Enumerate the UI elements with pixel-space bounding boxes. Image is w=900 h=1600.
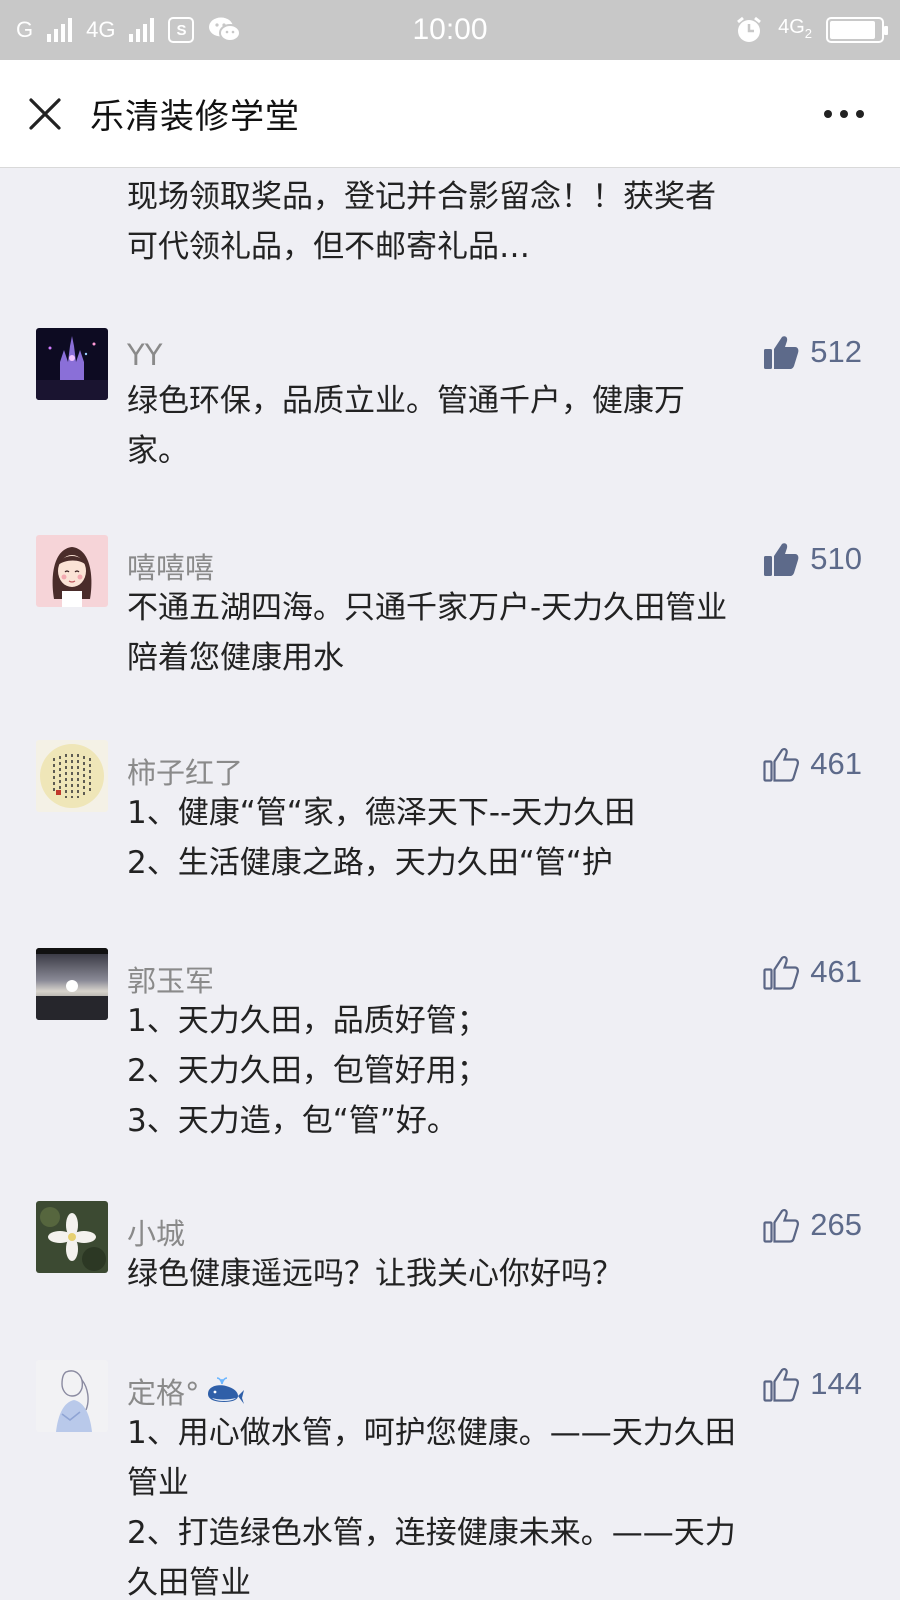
- comments-area[interactable]: 现场领取奖品，登记并合影留念！！获奖者 可代领礼品，但不邮寄礼品… YY 512…: [0, 168, 900, 1600]
- page-title: 乐清装修学堂: [90, 97, 300, 137]
- girl-illustration-avatar-image: [36, 535, 108, 607]
- avatar[interactable]: [36, 328, 108, 400]
- like-button[interactable]: 461: [762, 948, 862, 996]
- signal-2-icon: [129, 18, 155, 42]
- battery-level: [830, 21, 875, 39]
- like-count: 461: [810, 746, 862, 781]
- comment-text: 1、天力久田，品质好管； 2、天力久田，包管好用； 3、天力造，包“管”好。: [127, 1003, 488, 1139]
- thumbs-up-outline-icon: [763, 748, 800, 782]
- comment-nickname-text: 定格°: [127, 1376, 200, 1410]
- castle-night-avatar-image: [36, 328, 108, 400]
- close-icon: [29, 97, 61, 130]
- sunset-avatar-image: [36, 948, 108, 1020]
- avatar[interactable]: [36, 535, 108, 607]
- sim-card-icon: S: [168, 17, 195, 43]
- avatar[interactable]: [36, 1360, 108, 1432]
- comment-nickname[interactable]: 定格°: [127, 1370, 244, 1412]
- comment-text: 绿色环保，品质立业。管通千户，健康万 家。: [127, 383, 685, 469]
- like-count: 510: [810, 541, 862, 576]
- avatar[interactable]: [36, 740, 108, 812]
- sketch-girl-avatar-image: [36, 1360, 108, 1432]
- close-button[interactable]: [0, 60, 90, 168]
- avatar[interactable]: [36, 1201, 108, 1273]
- comment-text: 绿色健康遥远吗？让我关心你好吗？: [127, 1256, 623, 1292]
- status-right: 4G2: [734, 15, 888, 45]
- comment-nickname[interactable]: 嘻嘻嘻: [127, 545, 214, 587]
- title-bar: 乐清装修学堂: [0, 60, 900, 168]
- thumbs-up-filled-icon: [764, 336, 799, 369]
- thumbs-up-filled-icon: [764, 543, 799, 576]
- comment-nickname[interactable]: 柿子红了: [127, 750, 243, 792]
- like-button[interactable]: 512: [762, 328, 862, 376]
- calligraphy-avatar-image: [36, 740, 108, 812]
- signal-1-icon: [47, 18, 73, 42]
- more-icon: [824, 110, 864, 118]
- network-type: 4G: [778, 15, 805, 38]
- like-button[interactable]: 461: [762, 740, 862, 788]
- comment-nickname[interactable]: YY: [127, 338, 162, 372]
- thumbs-up-outline-icon: [763, 1209, 800, 1243]
- thumbs-up-outline-icon: [763, 1368, 800, 1402]
- sim-slot-badge: 2: [804, 25, 812, 41]
- status-left: G 4G S: [16, 16, 242, 44]
- alarm-icon: [737, 16, 762, 42]
- carrier-2-label: 4G: [86, 17, 116, 42]
- thumbs-up-outline-icon: [763, 956, 800, 990]
- like-button[interactable]: 144: [762, 1360, 862, 1408]
- flower-avatar-image: [36, 1201, 108, 1273]
- article-snippet: 现场领取奖品，登记并合影留念！！获奖者 可代领礼品，但不邮寄礼品…: [127, 179, 716, 265]
- comment-text: 1、用心做水管，呵护您健康。——天力久田 管业 2、打造绿色水管，连接健康未来。…: [127, 1415, 736, 1600]
- like-button[interactable]: 265: [762, 1201, 862, 1249]
- like-count: 461: [810, 954, 862, 989]
- avatar[interactable]: [36, 948, 108, 1020]
- status-bar: G 4G S 10:00 4G2: [0, 0, 900, 60]
- comment-nickname[interactable]: 小城: [127, 1211, 185, 1253]
- whale-emoji-icon: [207, 1377, 244, 1404]
- comment-text: 1、健康“管“家，德泽天下--天力久田 2、生活健康之路，天力久田“管“护: [127, 795, 636, 881]
- network-label: 4G2: [778, 17, 812, 44]
- comment-text: 不通五湖四海。只通千家万户-天力久田管业 陪着您健康用水: [127, 590, 728, 676]
- more-button[interactable]: [814, 94, 874, 134]
- battery-icon: [826, 17, 888, 43]
- like-count: 512: [810, 334, 862, 369]
- carrier-1-label: G: [16, 17, 34, 42]
- comment-nickname[interactable]: 郭玉军: [127, 958, 214, 1000]
- wechat-icon: [209, 17, 242, 42]
- like-count: 265: [810, 1207, 862, 1242]
- like-button[interactable]: 510: [762, 535, 862, 583]
- like-count: 144: [810, 1366, 862, 1401]
